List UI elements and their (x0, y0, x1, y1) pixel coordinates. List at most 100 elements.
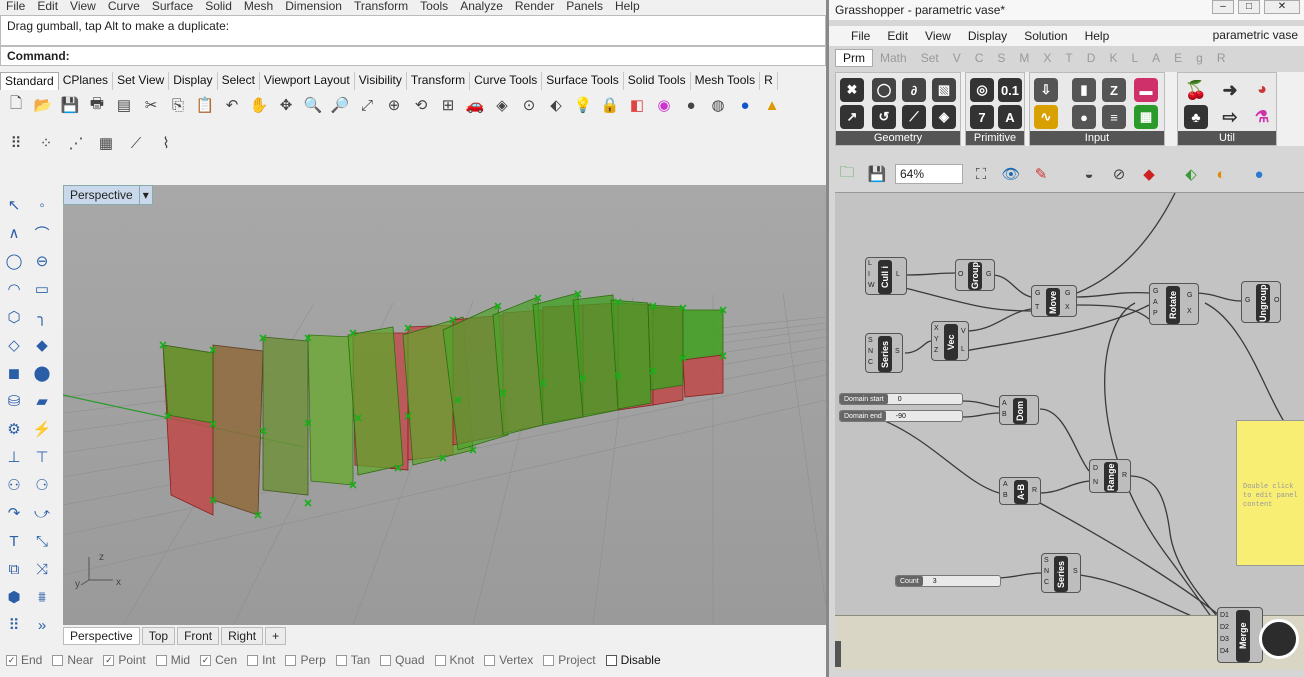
series-component-2[interactable]: Series SNCS (1041, 553, 1081, 593)
osnap-cen[interactable]: ✓ Cen (200, 653, 237, 667)
point-icon[interactable]: ◦ (30, 193, 54, 217)
shaded-icon[interactable]: ● (679, 93, 703, 117)
leaf-icon[interactable]: ⬖ (1179, 162, 1203, 186)
arc-icon[interactable]: ◠ (2, 277, 26, 301)
bend-icon[interactable]: ⤻ (30, 501, 54, 525)
circle-icon[interactable]: ◯ (2, 249, 26, 273)
subtraction-component[interactable]: A-B ABR (999, 477, 1041, 505)
rectangle-icon[interactable]: ▭ (30, 277, 54, 301)
menu-item-help[interactable]: Help (615, 0, 640, 14)
point-filter-icon[interactable]: ⊙ (517, 93, 541, 117)
select-icon[interactable]: ⬖ (544, 93, 568, 117)
expand-icon[interactable]: » (30, 613, 54, 637)
text-param-icon[interactable]: A (998, 105, 1022, 129)
viewport-tab-front[interactable]: Front (177, 627, 220, 645)
gh-tab-t[interactable]: T (1058, 50, 1079, 66)
zoom-combo[interactable]: 64% (895, 164, 963, 184)
osnap-checkbox[interactable]: ✓ (6, 655, 17, 667)
radial-menu-icon[interactable] (1259, 619, 1299, 659)
close-icon[interactable]: ✕ (1264, 0, 1300, 14)
rendered-icon[interactable]: ◍ (706, 93, 730, 117)
osnap-checkbox[interactable]: ✓ (200, 655, 212, 667)
gh-tab-v[interactable]: V (946, 50, 968, 66)
gh-tab-k[interactable]: K (1102, 50, 1124, 66)
add-viewport-icon[interactable]: + (265, 627, 287, 645)
paste-icon[interactable]: 📋 (193, 93, 217, 117)
osnap-checkbox[interactable] (247, 655, 259, 667)
cylinder-icon[interactable]: ⛁ (2, 389, 26, 413)
line-param-icon[interactable]: ⟋ (902, 105, 926, 129)
gh-menu-edit[interactable]: Edit (887, 29, 908, 43)
osnap-perp[interactable]: Perp (285, 653, 326, 667)
zoom-window-icon[interactable]: 🔎 (328, 93, 352, 117)
boolean-param-icon[interactable]: ◎ (970, 78, 994, 102)
gh-tab-x[interactable]: X (1036, 50, 1058, 66)
gh-menu-file[interactable]: File (851, 29, 870, 43)
new-icon[interactable]: 🗋 (4, 93, 28, 117)
print-icon[interactable]: 🖶 (85, 93, 109, 117)
toolbar-tab-curve-tools[interactable]: Curve Tools (470, 72, 543, 90)
osnap-checkbox[interactable] (285, 655, 297, 667)
fillet-icon[interactable]: ╮ (30, 305, 54, 329)
integer-param-icon[interactable]: 7 (970, 105, 994, 129)
toolbar-tab-mesh-tools[interactable]: Mesh Tools (691, 72, 761, 90)
curve-icon[interactable]: ⌒ (30, 221, 54, 245)
cull-index-component[interactable]: Cull i LIWL (865, 257, 907, 295)
osnap-checkbox[interactable] (380, 655, 392, 667)
count-slider[interactable]: Count 3 (895, 575, 1001, 587)
gh-tab-g[interactable]: g (1189, 50, 1210, 66)
cplane-icon[interactable]: ◈ (490, 93, 514, 117)
save-icon[interactable]: 💾 (58, 93, 82, 117)
array-icon[interactable]: ▦ (94, 131, 118, 155)
gh-tab-set[interactable]: Set (914, 50, 946, 66)
menu-item-solid[interactable]: Solid (205, 0, 232, 14)
polygon-icon[interactable]: ⬡ (2, 305, 26, 329)
toolbar-tab-display[interactable]: Display (169, 72, 218, 90)
ellipse-icon[interactable]: ⊖ (30, 249, 54, 273)
osnap-near[interactable]: Near (52, 653, 93, 667)
sphere-icon[interactable]: ⬤ (30, 361, 54, 385)
button-icon[interactable]: ● (1072, 105, 1096, 129)
osnap-point[interactable]: ✓ Point (103, 653, 146, 667)
car-icon[interactable]: 🚗 (463, 93, 487, 117)
point-param-icon[interactable]: ✖ (840, 78, 864, 102)
zoom-selected-icon[interactable]: ⊕ (382, 93, 406, 117)
group-icon[interactable]: ⧉ (2, 557, 26, 581)
scale-icon[interactable]: ⤨ (30, 557, 54, 581)
cherry-icon[interactable]: 🍒 (1184, 78, 1208, 102)
grid-icon[interactable]: ⠿ (4, 131, 28, 155)
more-tools-icon[interactable]: ⠿ (2, 613, 26, 637)
ungroup-component[interactable]: Ungroup GO (1241, 281, 1281, 323)
flask-icon[interactable]: ⚗ (1250, 105, 1274, 129)
open-icon[interactable]: 📂 (31, 93, 55, 117)
menu-item-surface[interactable]: Surface (152, 0, 193, 14)
surface-patch-icon[interactable]: ◆ (30, 333, 54, 357)
lightning-icon[interactable]: ⚡ (30, 417, 54, 441)
arrow-outline-icon[interactable]: ⇨ (1218, 105, 1242, 129)
split-icon[interactable]: ⚆ (30, 473, 54, 497)
menu-item-transform[interactable]: Transform (354, 0, 408, 14)
gh-tab-a[interactable]: A (1145, 50, 1167, 66)
value-list-icon[interactable]: ≡ (1102, 105, 1126, 129)
save-file-icon[interactable]: 💾 (865, 162, 889, 186)
bake-icon[interactable]: ◆ (1137, 162, 1161, 186)
osnap-int[interactable]: Int (247, 653, 275, 667)
gh-menu-view[interactable]: View (925, 29, 951, 43)
surface-param-icon[interactable]: ◈ (932, 105, 956, 129)
preview-mode-icon[interactable]: ◒ (1077, 162, 1101, 186)
galapagos-icon[interactable]: ◕ (1250, 78, 1274, 102)
viewport-tab-top[interactable]: Top (141, 627, 176, 645)
preview-icon[interactable]: 👁 (999, 162, 1023, 186)
text-icon[interactable]: T (2, 529, 26, 553)
toolbar-tab-visibility[interactable]: Visibility (355, 72, 407, 90)
osnap-tan[interactable]: Tan (335, 653, 370, 667)
brep-param-icon[interactable]: ▧ (932, 78, 956, 102)
curve-param-icon[interactable]: ∂ (902, 78, 926, 102)
sketch-icon[interactable]: ✎ (1029, 162, 1053, 186)
viewport-tab-right[interactable]: Right (221, 627, 264, 645)
matrix-icon[interactable]: ▦ (1134, 105, 1158, 129)
osnap-checkbox[interactable] (155, 655, 167, 667)
viewport-tab-perspective[interactable]: Perspective (63, 627, 140, 645)
range-component[interactable]: Range DNR (1089, 459, 1131, 493)
menu-item-mesh[interactable]: Mesh (244, 0, 273, 14)
